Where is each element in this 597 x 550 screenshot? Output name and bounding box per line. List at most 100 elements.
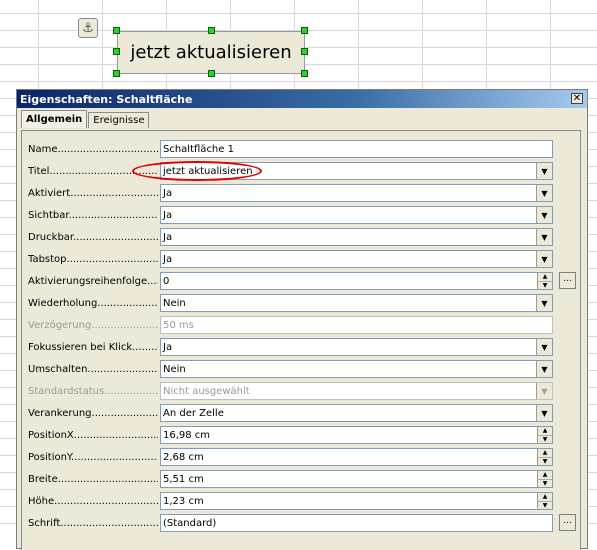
property-value: 2,68 cm bbox=[163, 451, 204, 463]
anchor-icon[interactable]: ⚓ bbox=[78, 18, 98, 38]
property-label: Breite..................................… bbox=[28, 473, 158, 485]
properties-panel: Name....................................… bbox=[21, 130, 581, 550]
spin-buttons[interactable]: ▲ ▼ bbox=[537, 471, 552, 487]
chevron-down-icon[interactable]: ▼ bbox=[536, 405, 552, 421]
property-field[interactable]: Schaltfläche 1 bbox=[160, 140, 553, 158]
property-row: Verzögerung........................ 50 ms bbox=[28, 316, 578, 334]
chevron-down-icon[interactable]: ▼ bbox=[536, 339, 552, 355]
property-label: Wiederholung...................... bbox=[28, 297, 158, 309]
tab-allgemein[interactable]: Allgemein bbox=[21, 110, 88, 128]
selection-handle-tm[interactable] bbox=[208, 27, 215, 34]
property-row: Sichtbar................................… bbox=[28, 206, 578, 224]
spin-up-icon[interactable]: ▲ bbox=[538, 493, 552, 502]
property-label: Aktiviert...............................… bbox=[28, 187, 158, 199]
property-label: Verankerung......................... bbox=[28, 407, 158, 419]
property-field[interactable]: Nein ▼ bbox=[160, 294, 553, 312]
property-row: PositionY.............................. 2… bbox=[28, 448, 578, 466]
property-field[interactable]: Ja ▼ bbox=[160, 228, 553, 246]
property-row: PositionX.............................. 1… bbox=[28, 426, 578, 444]
property-value: An der Zelle bbox=[163, 407, 224, 419]
property-row: Verankerung......................... An d… bbox=[28, 404, 578, 422]
selection-handle-ml[interactable] bbox=[113, 48, 120, 55]
spin-down-icon[interactable]: ▼ bbox=[538, 458, 552, 465]
property-label: Verzögerung........................ bbox=[28, 319, 158, 331]
property-label: PositionY.............................. bbox=[28, 451, 158, 463]
dialog-title: Eigenschaften: Schaltfläche bbox=[20, 92, 193, 106]
property-row: Standardstatus................... Nicht a… bbox=[28, 382, 578, 400]
property-label: Fokussieren bei Klick........ bbox=[28, 341, 158, 353]
form-button-jetzt-aktualisieren[interactable]: jetzt aktualisieren bbox=[117, 31, 305, 74]
property-field[interactable]: Ja ▼ bbox=[160, 206, 553, 224]
property-value: Ja bbox=[163, 341, 173, 353]
property-label: Standardstatus................... bbox=[28, 385, 158, 397]
property-row: Höhe....................................… bbox=[28, 492, 578, 510]
property-value: (Standard) bbox=[163, 517, 217, 529]
property-label: Aktivierungsreihenfolge..... bbox=[28, 275, 158, 287]
property-value: 1,23 cm bbox=[163, 495, 204, 507]
spin-down-icon[interactable]: ▼ bbox=[538, 502, 552, 509]
property-row: Titel...................................… bbox=[28, 162, 578, 180]
property-field[interactable]: Ja ▼ bbox=[160, 250, 553, 268]
chevron-down-icon[interactable]: ▼ bbox=[536, 229, 552, 245]
tab-ereignisse[interactable]: Ereignisse bbox=[88, 112, 150, 128]
property-field: 50 ms bbox=[160, 316, 553, 334]
dialog-titlebar[interactable]: Eigenschaften: Schaltfläche ✕ bbox=[17, 90, 587, 108]
property-row: Fokussieren bei Klick........ Ja ▼ bbox=[28, 338, 578, 356]
property-field[interactable]: (Standard) bbox=[160, 514, 553, 532]
property-field[interactable]: Nein ▼ bbox=[160, 360, 553, 378]
property-label: Druckbar................................… bbox=[28, 231, 158, 243]
spin-buttons[interactable]: ▲ ▼ bbox=[537, 273, 552, 289]
property-field[interactable]: jetzt aktualisieren ▼ bbox=[160, 162, 553, 180]
property-field[interactable]: Ja ▼ bbox=[160, 338, 553, 356]
chevron-down-icon[interactable]: ▼ bbox=[536, 295, 552, 311]
property-field[interactable]: 1,23 cm ▲ ▼ bbox=[160, 492, 553, 510]
selection-handle-bl[interactable] bbox=[113, 70, 120, 77]
ellipsis-button[interactable]: ... bbox=[559, 272, 576, 289]
chevron-down-icon[interactable]: ▼ bbox=[536, 185, 552, 201]
selection-handle-br[interactable] bbox=[301, 70, 308, 77]
spin-up-icon[interactable]: ▲ bbox=[538, 449, 552, 458]
property-label: Titel...................................… bbox=[28, 165, 158, 177]
ellipsis-button[interactable]: ... bbox=[559, 514, 576, 531]
property-field[interactable]: An der Zelle ▼ bbox=[160, 404, 553, 422]
close-icon[interactable]: ✕ bbox=[571, 93, 583, 104]
selection-handle-bm[interactable] bbox=[208, 70, 215, 77]
property-field[interactable]: Ja ▼ bbox=[160, 184, 553, 202]
property-row: Breite..................................… bbox=[28, 470, 578, 488]
property-label: Sichtbar................................… bbox=[28, 209, 158, 221]
property-value: 5,51 cm bbox=[163, 473, 204, 485]
property-field[interactable]: 2,68 cm ▲ ▼ bbox=[160, 448, 553, 466]
spin-down-icon[interactable]: ▼ bbox=[538, 436, 552, 443]
property-label: Tabstop.................................… bbox=[28, 253, 158, 265]
chevron-down-icon[interactable]: ▼ bbox=[536, 163, 552, 179]
property-field[interactable]: 16,98 cm ▲ ▼ bbox=[160, 426, 553, 444]
property-value: Ja bbox=[163, 187, 173, 199]
property-value: 0 bbox=[163, 275, 170, 287]
property-row: Wiederholung...................... Nein ▼ bbox=[28, 294, 578, 312]
spin-down-icon[interactable]: ▼ bbox=[538, 480, 552, 487]
property-row: Druckbar................................… bbox=[28, 228, 578, 246]
property-field: Nicht ausgewählt ▼ bbox=[160, 382, 553, 400]
property-value: Ja bbox=[163, 209, 173, 221]
property-value: Nicht ausgewählt bbox=[163, 385, 250, 397]
property-value: Schaltfläche 1 bbox=[163, 143, 234, 155]
property-field[interactable]: 0 ▲ ▼ bbox=[160, 272, 553, 290]
chevron-down-icon[interactable]: ▼ bbox=[536, 361, 552, 377]
spin-buttons[interactable]: ▲ ▼ bbox=[537, 427, 552, 443]
chevron-down-icon[interactable]: ▼ bbox=[536, 207, 552, 223]
spin-down-icon[interactable]: ▼ bbox=[538, 282, 552, 289]
selection-handle-tl[interactable] bbox=[113, 27, 120, 34]
property-value: Ja bbox=[163, 231, 173, 243]
spin-up-icon[interactable]: ▲ bbox=[538, 471, 552, 480]
property-row: Aktivierungsreihenfolge..... 0 ▲ ▼... bbox=[28, 272, 578, 290]
property-field[interactable]: 5,51 cm ▲ ▼ bbox=[160, 470, 553, 488]
selection-handle-mr[interactable] bbox=[301, 48, 308, 55]
property-value: 16,98 cm bbox=[163, 429, 211, 441]
spin-buttons[interactable]: ▲ ▼ bbox=[537, 493, 552, 509]
property-value: jetzt aktualisieren bbox=[163, 165, 253, 177]
spin-up-icon[interactable]: ▲ bbox=[538, 273, 552, 282]
spin-buttons[interactable]: ▲ ▼ bbox=[537, 449, 552, 465]
chevron-down-icon[interactable]: ▼ bbox=[536, 251, 552, 267]
selection-handle-tr[interactable] bbox=[301, 27, 308, 34]
spin-up-icon[interactable]: ▲ bbox=[538, 427, 552, 436]
